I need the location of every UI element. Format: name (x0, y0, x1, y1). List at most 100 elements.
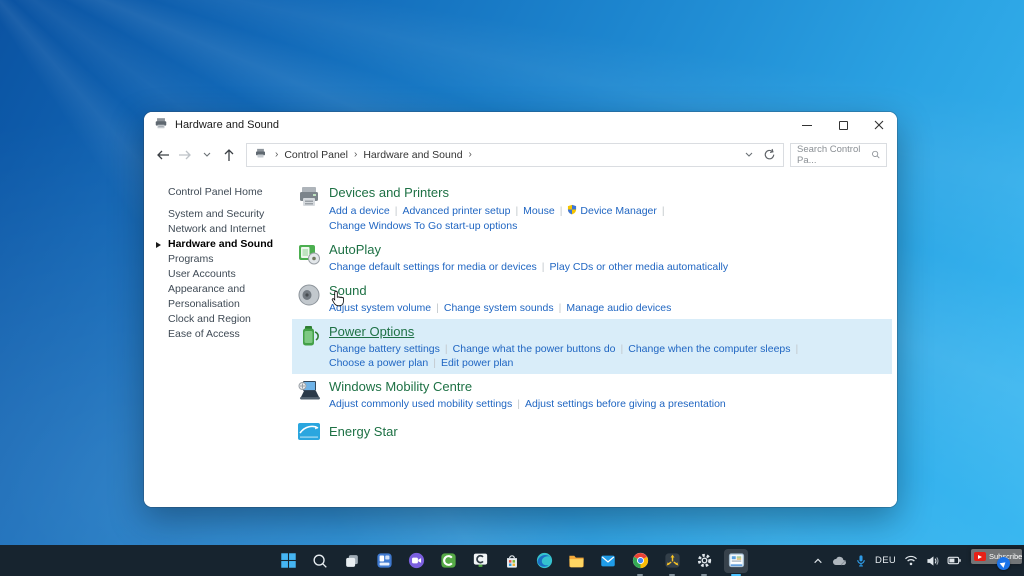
sidebar-item-clock-and-region[interactable]: Clock and Region (168, 312, 292, 327)
section-body: Energy Star (329, 423, 398, 441)
task-link-advanced-printer-setup[interactable]: Advanced printer setup (402, 205, 510, 217)
link-separator: | (662, 205, 665, 217)
taskbar-camtasia-recorder-icon[interactable] (468, 549, 492, 573)
refresh-button[interactable] (759, 144, 779, 166)
breadcrumb-control-panel[interactable]: Control Panel (284, 149, 348, 161)
sidebar-item-hardware-and-sound[interactable]: Hardware and Sound (168, 237, 292, 252)
taskbar-store-icon[interactable] (500, 549, 524, 573)
taskbar-mail-icon[interactable] (596, 549, 620, 573)
taskbar-control-panel-icon[interactable] (724, 549, 748, 573)
address-bar[interactable]: › Control Panel › Hardware and Sound › (246, 143, 784, 167)
task-link-change-when-the-computer-sleeps[interactable]: Change when the computer sleeps (628, 343, 790, 355)
breadcrumb-hardware-and-sound[interactable]: Hardware and Sound (363, 149, 462, 161)
laptop-icon (296, 378, 322, 404)
section-title-power-options[interactable]: Power Options (329, 324, 414, 339)
taskbar-search-icon[interactable] (308, 549, 332, 573)
sidebar-item-appearance-and-personalisation[interactable]: Appearance and Personalisation (168, 282, 292, 312)
taskbar: DEU (0, 545, 1024, 576)
search-icon (871, 149, 880, 160)
tray-battery-tray-icon[interactable] (947, 555, 962, 566)
battery-icon (296, 323, 322, 349)
section-power-options: Power Options Change battery settings | Cha… (292, 319, 892, 374)
task-links-line: Choose a power plan | Edit power plan (329, 357, 803, 370)
section-title-devices-and-printers[interactable]: Devices and Printers (329, 185, 449, 200)
hardware-sound-icon (154, 116, 168, 135)
task-link-change-system-sounds[interactable]: Change system sounds (444, 302, 554, 314)
maximize-button[interactable] (825, 112, 861, 138)
forward-button[interactable] (174, 144, 196, 166)
tray-volume-icon[interactable] (926, 555, 939, 567)
taskbar-start-icon[interactable] (276, 549, 300, 573)
task-link-choose-a-power-plan[interactable]: Choose a power plan (329, 357, 428, 369)
taskbar-screen-share-icon[interactable] (660, 549, 684, 573)
taskbar-task-view-icon[interactable] (340, 549, 364, 573)
task-link-add-a-device[interactable]: Add a device (329, 205, 390, 217)
link-separator: | (433, 357, 436, 369)
tray-chevron-up-icon[interactable] (812, 556, 824, 566)
task-links-line: Change Windows To Go start-up options (329, 220, 670, 233)
close-icon (874, 120, 884, 130)
tray-microphone-icon[interactable] (855, 554, 867, 568)
taskbar-file-explorer-icon[interactable] (564, 549, 588, 573)
control-panel-icon (254, 147, 267, 162)
close-button[interactable] (861, 112, 897, 138)
back-button[interactable] (152, 144, 174, 166)
sidebar-item-label: Programs (168, 253, 214, 265)
minimize-button[interactable] (789, 112, 825, 138)
link-separator: | (517, 398, 520, 410)
chevron-down-icon (745, 152, 753, 157)
sidebar-item-label: Control Panel Home (168, 186, 263, 198)
taskbar-settings-icon[interactable] (692, 549, 716, 573)
sidebar-item-user-accounts[interactable]: User Accounts (168, 267, 292, 282)
task-link-edit-power-plan[interactable]: Edit power plan (441, 357, 513, 369)
taskbar-camtasia-icon[interactable] (436, 549, 460, 573)
sidebar-item-network-and-internet[interactable]: Network and Internet (168, 222, 292, 237)
section-title-energy-star[interactable]: Energy Star (329, 424, 398, 439)
taskbar-widgets-icon[interactable] (372, 549, 396, 573)
category-task-list: Devices and Printers Add a device | Advance… (292, 171, 897, 507)
active-item-arrow-icon (156, 242, 161, 248)
task-link-mouse[interactable]: Mouse (523, 205, 555, 217)
sidebar-item-ease-of-access[interactable]: Ease of Access (168, 327, 292, 342)
search-input[interactable]: Search Control Pa... (790, 143, 887, 167)
task-link-change-default-settings-for-media-or-devices[interactable]: Change default settings for media or dev… (329, 261, 537, 273)
link-separator: | (515, 205, 518, 217)
task-link-device-manager[interactable]: Device Manager (580, 205, 656, 217)
link-separator: | (395, 205, 398, 217)
taskbar-video-chat-icon[interactable] (404, 549, 428, 573)
section-body: Devices and Printers Add a device | Advance… (329, 184, 670, 232)
window-title: Hardware and Sound (175, 119, 279, 131)
sidebar-item-control-panel-home[interactable]: Control Panel Home (168, 185, 292, 200)
task-links-line: Add a device | Advanced printer setup | Mous… (329, 204, 670, 219)
task-link-change-battery-settings[interactable]: Change battery settings (329, 343, 440, 355)
tray-wifi-icon[interactable] (904, 555, 918, 566)
titlebar[interactable]: Hardware and Sound (144, 112, 897, 138)
tray-cloud-icon[interactable] (832, 555, 847, 566)
uac-shield-icon (567, 204, 577, 219)
address-dropdown-button[interactable] (739, 144, 759, 166)
sidebar-item-system-and-security[interactable]: System and Security (168, 207, 292, 222)
section-title-windows-mobility-centre[interactable]: Windows Mobility Centre (329, 379, 472, 394)
back-arrow-icon (156, 149, 170, 161)
sidebar-item-label: Ease of Access (168, 328, 240, 340)
energy-star-icon (296, 419, 322, 445)
control-panel-window: Hardware and Sound › Control Panel (144, 112, 897, 507)
maximize-icon (839, 121, 848, 130)
task-link-play-cds-or-other-media-automatically[interactable]: Play CDs or other media automatically (550, 261, 729, 273)
task-link-change-windows-to-go-start-up-options[interactable]: Change Windows To Go start-up options (329, 220, 517, 232)
task-link-change-what-the-power-buttons-do[interactable]: Change what the power buttons do (453, 343, 616, 355)
section-title-autoplay[interactable]: AutoPlay (329, 242, 381, 257)
task-link-adjust-commonly-used-mobility-settings[interactable]: Adjust commonly used mobility settings (329, 398, 512, 410)
task-link-adjust-settings-before-giving-a-presentation[interactable]: Adjust settings before giving a presenta… (525, 398, 726, 410)
tray-language-indicator[interactable]: DEU (875, 555, 896, 566)
section-body: Power Options Change battery settings | Cha… (329, 323, 803, 369)
running-indicator (669, 574, 675, 576)
recent-pages-button[interactable] (196, 144, 218, 166)
taskbar-edge-icon[interactable] (532, 549, 556, 573)
task-link-manage-audio-devices[interactable]: Manage audio devices (566, 302, 671, 314)
section-body: Windows Mobility Centre Adjust commonly u… (329, 378, 726, 410)
sidebar-item-programs[interactable]: Programs (168, 252, 292, 267)
link-separator: | (621, 343, 624, 355)
taskbar-chrome-icon[interactable] (628, 549, 652, 573)
up-button[interactable] (218, 144, 240, 166)
